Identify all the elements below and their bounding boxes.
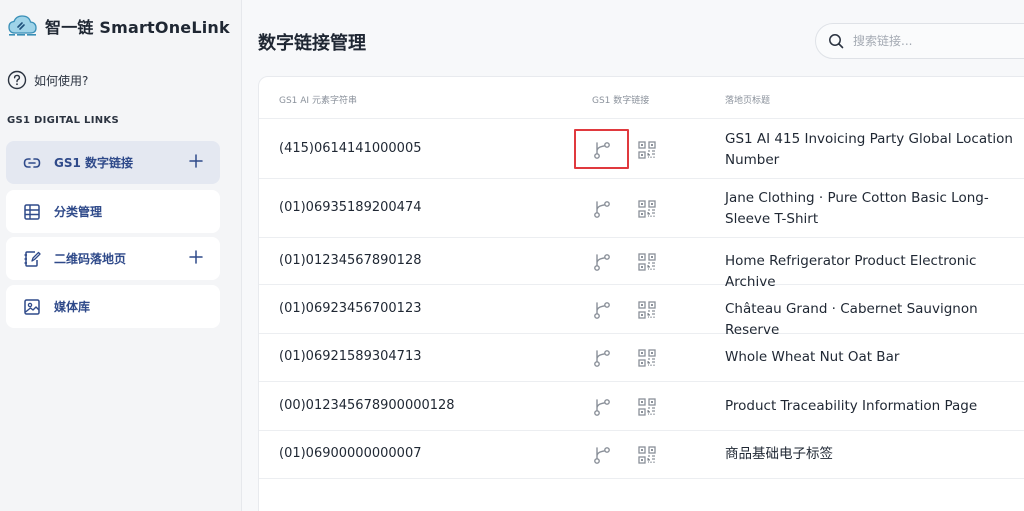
landing-page-title: Whole Wheat Nut Oat Bar <box>725 349 900 365</box>
plus-icon <box>189 154 203 168</box>
sidebar: 智一链 SmartOneLink 如何使用? GS1 DIGITAL LINKS… <box>0 0 242 511</box>
sidebar-item-categories[interactable]: 分类管理 <box>6 190 220 233</box>
qr-code-button[interactable] <box>636 444 658 466</box>
qr-code-icon <box>638 349 656 367</box>
table-icon <box>22 202 42 222</box>
digital-link-button[interactable] <box>591 396 613 418</box>
link-icon <box>22 153 42 173</box>
landing-page-title: Product Traceability Information Page <box>725 397 978 414</box>
digital-link-button[interactable] <box>591 347 613 369</box>
table-row[interactable]: (415)0614141000005 GS1 AI 415 Invoicing P… <box>259 120 1024 179</box>
column-header-title: 落地页标题 <box>725 96 771 106</box>
qr-code-icon <box>638 397 656 416</box>
gs1-element-string: (00)012345678900000128 <box>279 397 455 413</box>
table-row[interactable]: (01)06921589304713 Whole Wheat Nut Oat Ba… <box>259 334 1024 382</box>
brand-name: 智一链 SmartOneLink <box>45 18 230 37</box>
branch-link-icon <box>594 301 610 319</box>
table-header: GS1 AI 元素字符串 GS1 数字链接 落地页标题 <box>259 77 1024 119</box>
qr-code-button[interactable] <box>636 347 658 369</box>
table-row[interactable]: (01)06900000000007 商品基础电子标签 <box>259 431 1024 479</box>
table-row[interactable]: (01)06923456700123 Château Grand · Cabern… <box>259 285 1024 338</box>
table-row[interactable]: (01)06935189200474 Jane Clothing · Pure C… <box>259 179 1024 238</box>
landing-page-title: Jane Clothing · Pure Cotton Basic Long-S… <box>725 189 989 227</box>
sidebar-item-gs1-digital-links[interactable]: GS1 数字链接 <box>6 141 220 184</box>
gs1-element-string: (01)01234567890128 <box>279 252 422 268</box>
sidebar-item-label: GS1 数字链接 <box>54 156 134 170</box>
column-header-link: GS1 数字链接 <box>592 96 650 106</box>
links-table: GS1 AI 元素字符串 GS1 数字链接 落地页标题 (415)0614141… <box>258 76 1024 511</box>
sidebar-item-label: 二维码落地页 <box>54 252 127 266</box>
branch-link-icon <box>594 447 610 464</box>
table-row[interactable]: (00)012345678900000128 Product Traceabili… <box>259 382 1024 431</box>
digital-link-button[interactable] <box>591 251 613 273</box>
sidebar-item-label: 媒体库 <box>54 300 91 314</box>
landing-page-title: GS1 AI 415 Invoicing Party Global Locati… <box>725 130 1013 168</box>
landing-page-title: 商品基础电子标签 <box>725 446 833 462</box>
branch-link-icon <box>594 398 610 416</box>
help-circle-icon <box>7 70 27 90</box>
section-label: GS1 DIGITAL LINKS <box>7 115 119 126</box>
sidebar-item-qr-landing-pages[interactable]: 二维码落地页 <box>6 237 220 280</box>
qr-code-button[interactable] <box>636 299 658 321</box>
qr-code-icon <box>638 300 656 319</box>
image-icon <box>22 297 42 317</box>
brand[interactable]: 智一链 SmartOneLink <box>7 13 230 39</box>
gs1-element-string: (01)06935189200474 <box>279 199 422 215</box>
add-landing-page-button[interactable] <box>186 247 206 267</box>
digital-link-button[interactable] <box>591 299 613 321</box>
table-row[interactable]: (01)01234567890128 Home Refrigerator Prod… <box>259 238 1024 290</box>
gs1-element-string: (415)0614141000005 <box>279 140 422 156</box>
branch-link-icon <box>594 253 610 271</box>
help-label: 如何使用? <box>34 73 89 88</box>
search-box[interactable] <box>815 23 1024 59</box>
cloud-link-logo-icon <box>8 15 37 36</box>
page-title: 数字链接管理 <box>258 33 366 54</box>
sidebar-item-label: 分类管理 <box>54 205 103 219</box>
qr-code-icon <box>638 140 656 159</box>
qr-code-button[interactable] <box>636 251 658 273</box>
qr-code-icon <box>638 252 656 271</box>
gs1-element-string: (01)06923456700123 <box>279 300 422 316</box>
digital-link-button[interactable] <box>591 444 613 466</box>
qr-code-icon <box>638 199 656 218</box>
edit-page-icon <box>22 249 42 269</box>
search-icon <box>829 34 844 49</box>
sidebar-item-media-library[interactable]: 媒体库 <box>6 285 220 328</box>
main-content: 数字链接管理 GS1 AI 元素字符串 GS1 数字链接 落地页标题 (415)… <box>242 0 1024 511</box>
digital-link-button[interactable] <box>591 198 613 220</box>
qr-code-button[interactable] <box>636 139 658 161</box>
branch-link-icon <box>594 350 610 367</box>
gs1-element-string: (01)06921589304713 <box>279 349 422 364</box>
plus-icon <box>189 250 203 264</box>
column-header-code: GS1 AI 元素字符串 <box>279 96 357 106</box>
qr-code-button[interactable] <box>636 396 658 418</box>
qr-code-button[interactable] <box>636 198 658 220</box>
branch-link-icon <box>594 200 610 218</box>
highlight-box <box>574 128 629 169</box>
add-link-button[interactable] <box>186 151 206 171</box>
help-link[interactable]: 如何使用? <box>7 70 88 90</box>
search-input[interactable] <box>853 34 1024 48</box>
gs1-element-string: (01)06900000000007 <box>279 446 422 461</box>
qr-code-icon <box>638 446 656 464</box>
